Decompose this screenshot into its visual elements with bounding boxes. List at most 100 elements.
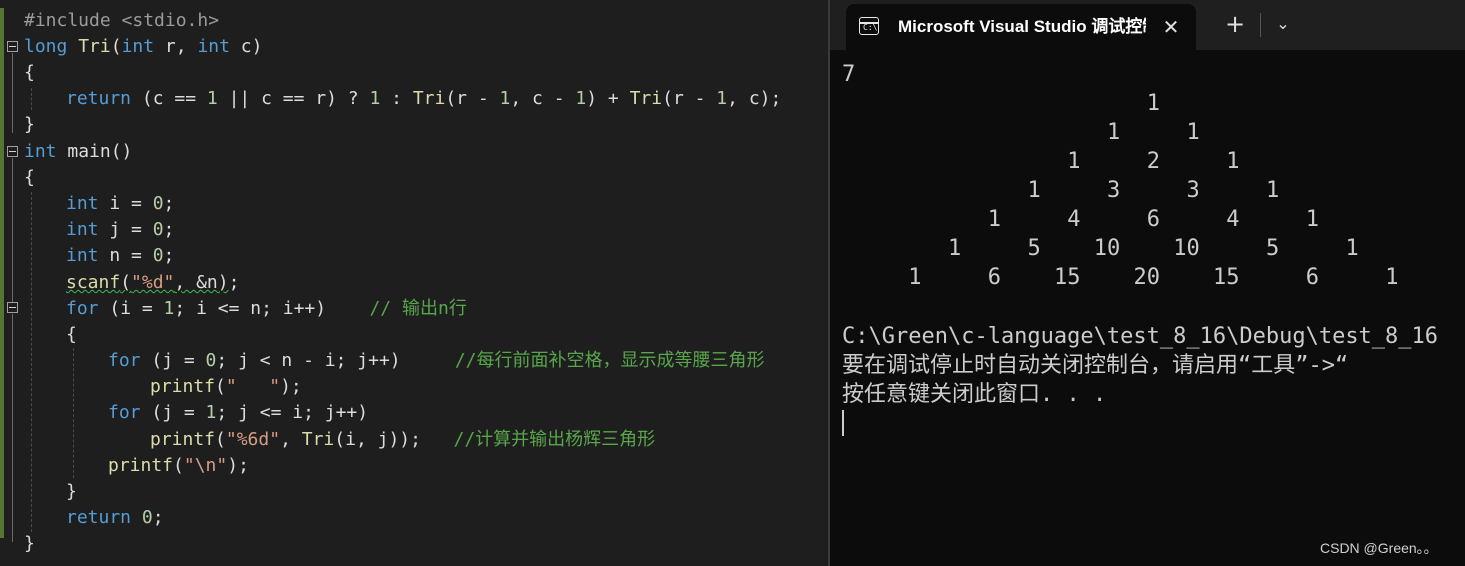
fold-toggle-tri[interactable]	[7, 41, 18, 52]
string: "\n"	[183, 455, 228, 476]
function-name: Tri	[629, 88, 663, 109]
tab-title: Microsoft Visual Studio 调试控制台	[898, 17, 1146, 36]
code-text: c)	[229, 36, 263, 57]
tab-bar: C:\ Microsoft Visual Studio 调试控制台 ✕ + ⌄	[830, 0, 1465, 50]
preprocessor: #include <stdio.h>	[24, 10, 220, 31]
code-line-4[interactable]: return (c == 1 || c == r) ? 1 : Tri(r - …	[66, 86, 781, 112]
fold-line	[12, 314, 13, 542]
code-text: (r -	[662, 88, 717, 109]
console-window[interactable]: C:\ Microsoft Visual Studio 调试控制台 ✕ + ⌄ …	[830, 0, 1465, 566]
chevron-down-icon[interactable]: ⌄	[1268, 10, 1298, 38]
function-name: scanf	[66, 272, 121, 293]
triangle-value: 1	[1226, 149, 1240, 174]
code-text: (	[173, 455, 184, 476]
triangle-value: 15	[1213, 265, 1240, 290]
triangle-value: 3	[1186, 178, 1200, 203]
code-text: ; j < n - i; j++)	[216, 350, 455, 371]
number: 1	[369, 88, 381, 109]
indent-guide	[73, 348, 74, 478]
code-text: ;	[163, 245, 175, 266]
code-text: (i, j));	[334, 429, 454, 450]
code-line-7[interactable]: {	[24, 165, 35, 191]
code-text: || c == r) ?	[217, 88, 370, 109]
keyword: int	[66, 219, 99, 240]
string: "%6d"	[225, 429, 281, 450]
code-editor[interactable]: #include <stdio.h> long Tri(int r, int c…	[0, 0, 828, 566]
code-line-3[interactable]: {	[24, 60, 35, 86]
new-tab-button[interactable]: +	[1220, 10, 1250, 38]
number: 1	[206, 88, 218, 109]
code-line-17[interactable]: printf("%6d", Tri(i, j)); //计算并输出杨辉三角形	[150, 427, 655, 453]
triangle-value: 4	[1226, 207, 1240, 232]
number: 1	[163, 298, 175, 319]
code-line-12[interactable]: for (i = 1; i <= n; i++) // 输出n行	[66, 296, 467, 322]
code-line-13[interactable]: {	[66, 322, 77, 348]
triangle-value: 2	[1146, 149, 1160, 174]
keyword: long	[24, 36, 68, 57]
triangle-value: 1	[1067, 149, 1081, 174]
fold-line	[12, 158, 13, 302]
triangle-value: 1	[1345, 236, 1359, 261]
auto-close-note: 要在调试停止时自动关闭控制台，请启用“工具”->“	[842, 353, 1349, 378]
number: 0	[152, 193, 164, 214]
number: 1	[716, 88, 728, 109]
keyword: int	[66, 245, 99, 266]
code-line-14[interactable]: for (j = 0; j < n - i; j++) //每行前面补空格，显示…	[108, 348, 765, 374]
console-tab[interactable]: C:\ Microsoft Visual Studio 调试控制台 ✕	[846, 4, 1196, 50]
code-line-18[interactable]: printf("\n");	[108, 453, 249, 479]
input-echo: 7	[842, 62, 856, 87]
code-text: , c);	[727, 88, 782, 109]
function-name: Tri	[78, 36, 111, 57]
code-text: j =	[98, 219, 153, 240]
code-line-5[interactable]: }	[24, 112, 35, 138]
comment: // 输出n行	[369, 298, 467, 319]
code-text: (j =	[140, 402, 206, 423]
code-text: ; i <= n; i++)	[174, 298, 370, 319]
code-line-8[interactable]: int i = 0;	[66, 191, 174, 217]
number: 1	[205, 402, 217, 423]
close-tab-button[interactable]: ✕	[1158, 14, 1184, 40]
code-text: , c -	[510, 88, 576, 109]
code-text: {	[24, 167, 35, 188]
comment: //计算并输出杨辉三角形	[453, 429, 656, 450]
triangle-value: 10	[1093, 236, 1121, 261]
fold-toggle-for[interactable]	[7, 302, 18, 313]
code-text: , &n)	[174, 272, 229, 293]
code-text: (c ==	[131, 88, 207, 109]
change-bar	[0, 8, 4, 538]
code-text: (r -	[445, 88, 500, 109]
text-cursor	[842, 410, 844, 436]
triangle-value: 6	[1305, 265, 1319, 290]
code-line-2[interactable]: long Tri(int r, int c)	[24, 34, 262, 60]
code-line-6[interactable]: int main()	[24, 139, 132, 165]
code-line-11[interactable]: scanf("%d", &n);	[66, 270, 239, 296]
number: 1	[499, 88, 511, 109]
keyword: for	[108, 402, 141, 423]
code-line-16[interactable]: for (j = 1; j <= i; j++)	[108, 400, 368, 426]
keyword: return	[66, 507, 132, 528]
warning-squiggle[interactable]: scanf("%d", &n)	[66, 272, 229, 293]
triangle-value: 1	[1305, 207, 1319, 232]
code-text: (	[120, 272, 132, 293]
code-text: n =	[98, 245, 153, 266]
code-line-20[interactable]: return 0;	[66, 505, 164, 531]
code-text: i =	[98, 193, 153, 214]
code-text: :	[380, 88, 413, 109]
code-line-21[interactable]: }	[24, 531, 35, 557]
code-line-19[interactable]: }	[66, 479, 77, 505]
fold-toggle-main[interactable]	[7, 146, 18, 157]
code-line-10[interactable]: int n = 0;	[66, 243, 174, 269]
triangle-value: 6	[1146, 207, 1160, 232]
code-text: {	[24, 62, 35, 83]
keyword: return	[66, 88, 132, 109]
function-name: Tri	[301, 429, 335, 450]
indent-guide	[31, 88, 32, 110]
code-line-1[interactable]: #include <stdio.h>	[24, 8, 219, 34]
code-line-15[interactable]: printf(" ");	[150, 374, 302, 400]
code-text: ) +	[586, 88, 630, 109]
press-any-key-note: 按任意键关闭此窗口. . .	[842, 382, 1107, 407]
code-text: main()	[56, 141, 133, 162]
code-text: ;	[152, 507, 164, 528]
code-line-9[interactable]: int j = 0;	[66, 217, 174, 243]
code-text: }	[24, 114, 35, 135]
